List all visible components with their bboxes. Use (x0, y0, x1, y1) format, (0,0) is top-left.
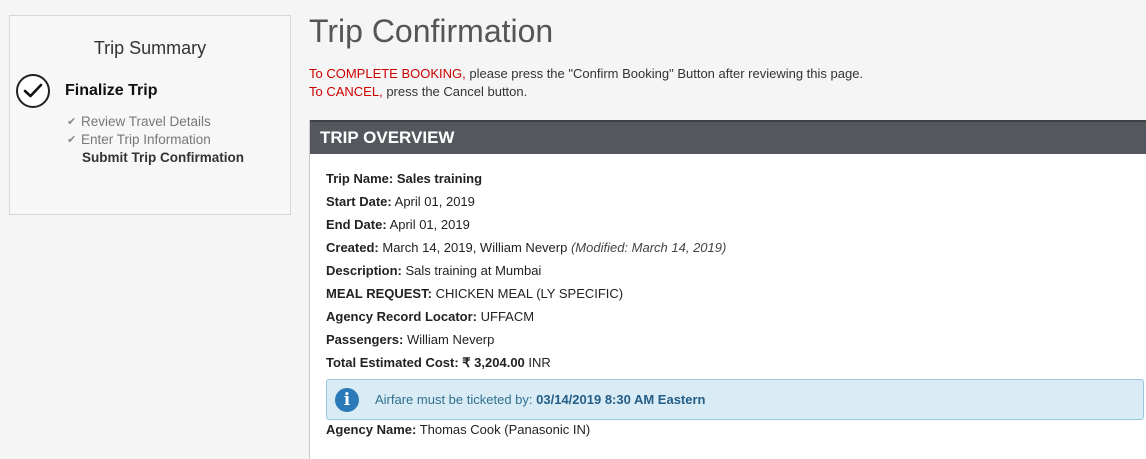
trip-name-value: Sales training (396, 171, 483, 186)
cancel-label: To CANCEL, (309, 84, 383, 99)
alert-text: Airfare must be ticketed by: (375, 392, 533, 407)
step-title: Finalize Trip (65, 82, 158, 99)
checkmark-icon: ✔ (67, 134, 77, 146)
step-check-icon (16, 74, 50, 108)
trip-overview-header: TRIP OVERVIEW (310, 120, 1146, 154)
created-row: Created: March 14, 2019, William Neverp … (326, 239, 726, 262)
substep-label: Review Travel Details (81, 114, 211, 129)
substep-review-travel: ✔ Review Travel Details (67, 113, 244, 131)
total-cost-row: Total Estimated Cost: ₹ 3,204.00 INR (326, 354, 726, 377)
trip-summary-panel: Trip Summary Finalize Trip ✔ Review Trav… (9, 15, 291, 215)
total-cost-currency: INR (528, 355, 551, 370)
total-cost-amount: ₹ 3,204.00 (462, 355, 525, 370)
alert-deadline: 03/14/2019 8:30 AM Eastern (536, 392, 706, 407)
field-label: Total Estimated Cost: (326, 355, 459, 370)
record-locator-row: Agency Record Locator: UFFACM (326, 308, 726, 331)
field-label: Passengers: (326, 332, 404, 347)
complete-booking-label: To COMPLETE BOOKING, (309, 66, 466, 81)
field-label: Trip Name: (326, 171, 394, 186)
trip-name-row: Trip Name: Sales training (326, 170, 726, 193)
start-date-row: Start Date: April 01, 2019 (326, 193, 726, 216)
sidebar-title: Trip Summary (93, 38, 207, 58)
complete-booking-instruction: To COMPLETE BOOKING, please press the "C… (309, 65, 863, 83)
substep-label: Submit Trip Confirmation (82, 150, 244, 165)
complete-booking-text: please press the "Confirm Booking" Butto… (465, 66, 864, 81)
cancel-instruction: To CANCEL, press the Cancel button. (309, 83, 863, 101)
description-row: Description: Sals training at Mumbai (326, 262, 726, 285)
meal-request-row: MEAL REQUEST: CHICKEN MEAL (LY SPECIFIC) (326, 285, 726, 308)
page-title: Trip Confirmation (309, 13, 554, 49)
info-icon: i (335, 387, 359, 412)
meal-request-value: CHICKEN MEAL (LY SPECIFIC) (435, 286, 624, 301)
ticketing-deadline-alert: i Airfare must be ticketed by: 03/14/201… (326, 379, 1144, 420)
substep-list: ✔ Review Travel Details ✔ Enter Trip Inf… (67, 113, 244, 167)
field-label: MEAL REQUEST: (326, 286, 432, 301)
substep-submit-confirmation: Submit Trip Confirmation (67, 149, 244, 167)
field-label: End Date: (326, 217, 387, 232)
substep-label: Enter Trip Information (81, 132, 211, 147)
modified-value: (Modified: March 14, 2019) (570, 240, 727, 255)
description-value: Sals training at Mumbai (405, 263, 542, 278)
start-date-value: April 01, 2019 (394, 194, 475, 209)
trip-details: Trip Name: Sales training Start Date: Ap… (326, 170, 726, 377)
trip-overview-panel: TRIP OVERVIEW Trip Name: Sales training … (309, 120, 1146, 459)
agency-name-row: Agency Name: Thomas Cook (Panasonic IN) (326, 422, 590, 437)
field-label: Start Date: (326, 194, 392, 209)
agency-name-value: Thomas Cook (Panasonic IN) (419, 422, 591, 437)
cancel-text: press the Cancel button. (382, 84, 528, 99)
field-label: Created: (326, 240, 379, 255)
end-date-row: End Date: April 01, 2019 (326, 216, 726, 239)
end-date-value: April 01, 2019 (389, 217, 470, 232)
field-label: Description: (326, 263, 402, 278)
field-label: Agency Record Locator: (326, 309, 477, 324)
passengers-row: Passengers: William Neverp (326, 331, 726, 354)
checkmark-icon: ✔ (67, 116, 77, 128)
substep-enter-info: ✔ Enter Trip Information (67, 131, 244, 149)
created-value: March 14, 2019, William Neverp (382, 240, 568, 255)
field-label: Agency Name: (326, 422, 417, 437)
passengers-value: William Neverp (406, 332, 495, 347)
record-locator-value: UFFACM (480, 309, 535, 324)
instructions: To COMPLETE BOOKING, please press the "C… (309, 65, 863, 101)
